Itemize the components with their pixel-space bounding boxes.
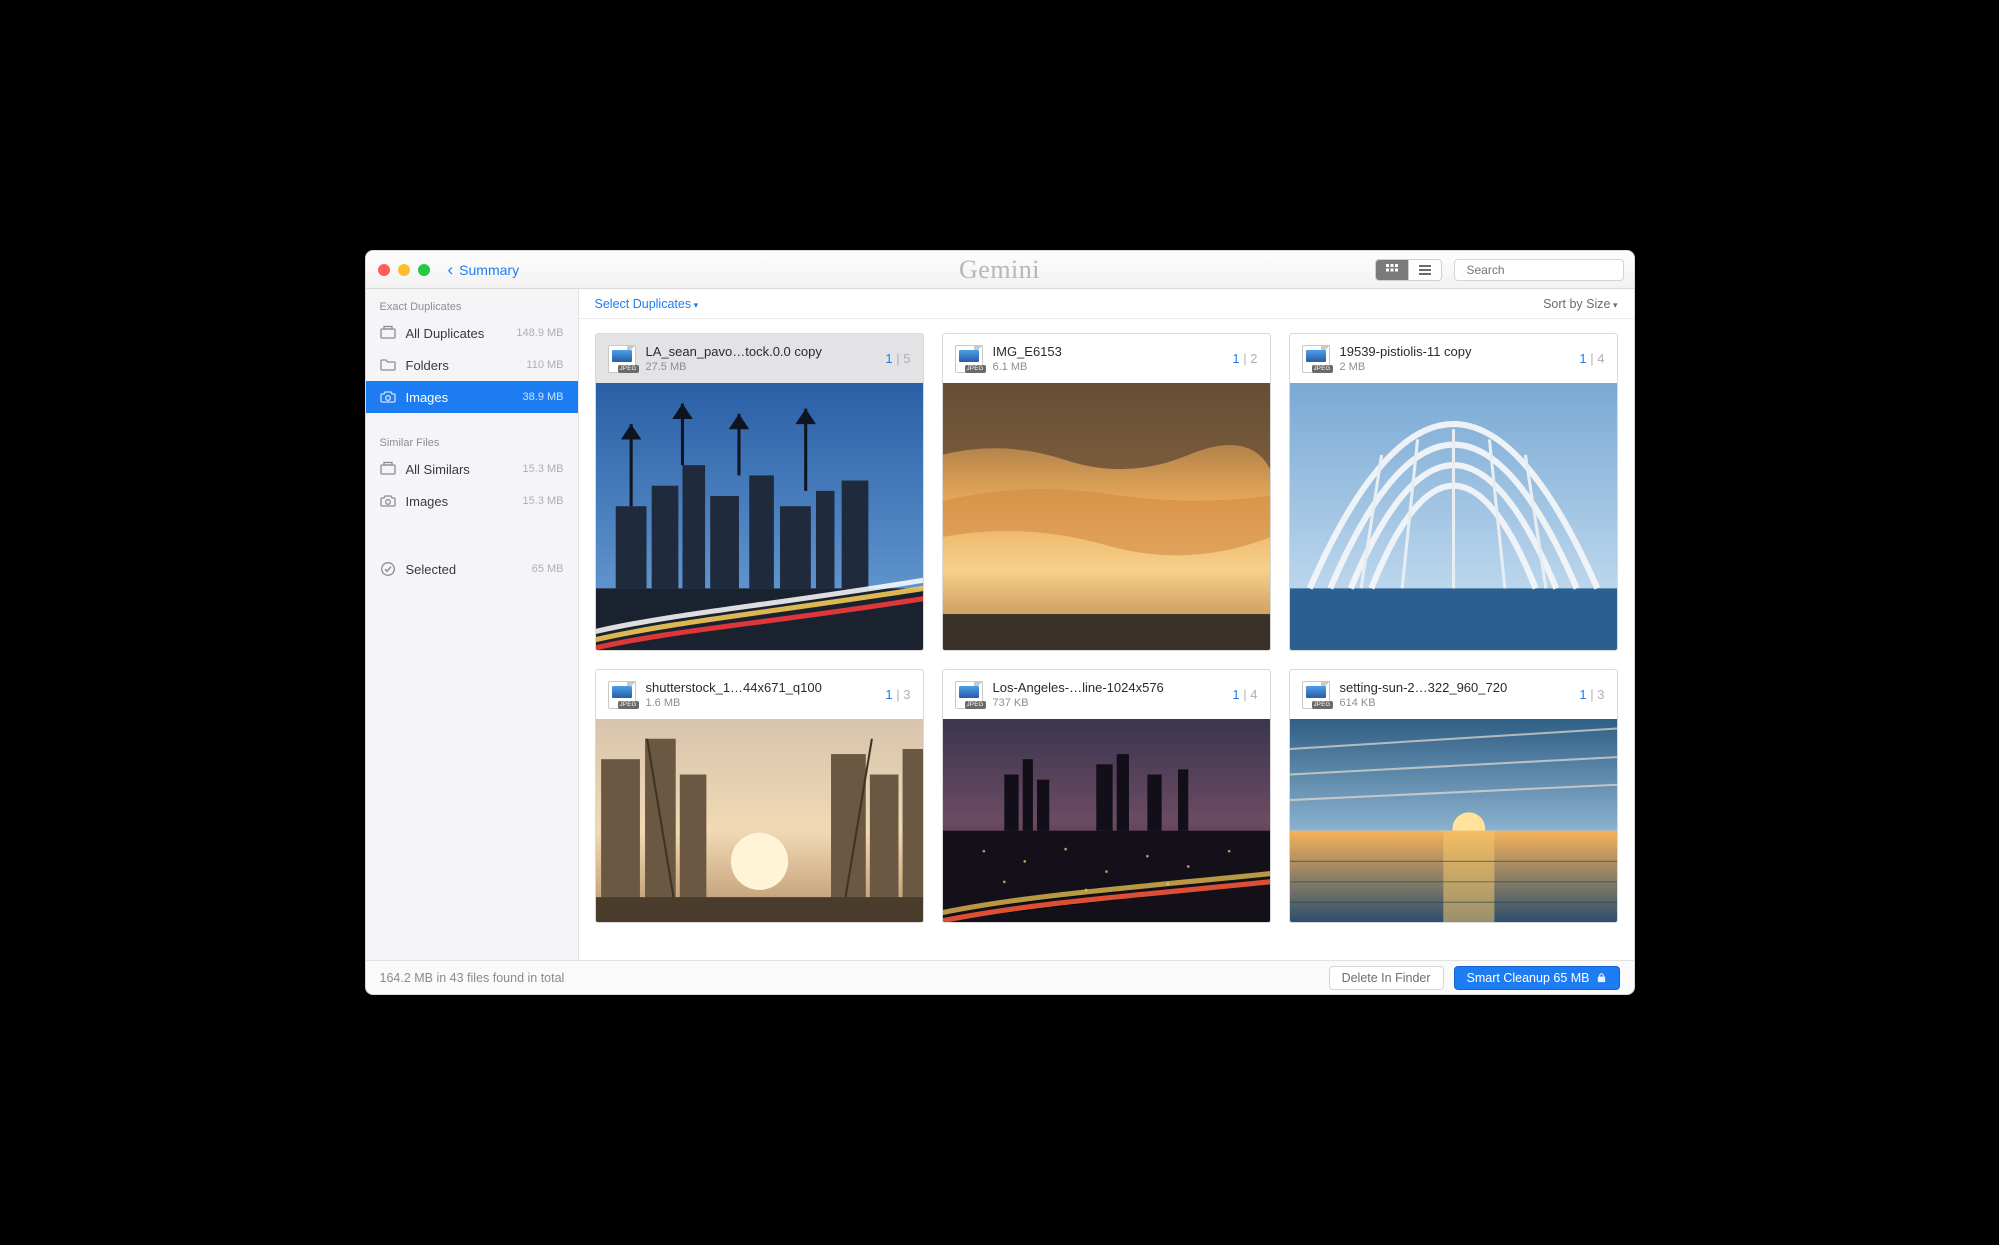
content-toolbar: Select Duplicates Sort by Size [579, 289, 1634, 319]
window-controls [378, 264, 430, 276]
card-count: 1 | 2 [1232, 351, 1257, 366]
titlebar: ‹ Summary Gemini [366, 251, 1634, 289]
card-count: 1 | 5 [885, 351, 910, 366]
list-view-button[interactable] [1409, 260, 1441, 280]
lock-icon [1596, 972, 1607, 983]
jpeg-file-icon: JPEG [955, 345, 983, 373]
card-header: JPEG setting-sun-2…322_960_720 614 KB 1 … [1290, 670, 1617, 719]
back-button[interactable]: ‹ Summary [448, 261, 520, 278]
sidebar-item-folders[interactable]: Folders 110 MB [366, 349, 578, 381]
sidebar-item-size: 15.3 MB [523, 495, 564, 507]
card-count: 1 | 3 [1579, 687, 1604, 702]
card-header: JPEG shutterstock_1…44x671_q100 1.6 MB 1… [596, 670, 923, 719]
status-bar: 164.2 MB in 43 files found in total Dele… [366, 960, 1634, 994]
sort-dropdown[interactable]: Sort by Size [1543, 297, 1617, 311]
duplicates-icon [380, 461, 396, 477]
status-text: 164.2 MB in 43 files found in total [380, 971, 565, 985]
duplicate-card[interactable]: JPEG setting-sun-2…322_960_720 614 KB 1 … [1289, 669, 1618, 923]
duplicate-card[interactable]: JPEG IMG_E6153 6.1 MB 1 | 2 [942, 333, 1271, 651]
card-count: 1 | 4 [1232, 687, 1257, 702]
jpeg-file-icon: JPEG [608, 681, 636, 709]
close-window-button[interactable] [378, 264, 390, 276]
card-filesize: 6.1 MB [993, 361, 1223, 373]
sidebar-item-size: 38.9 MB [523, 391, 564, 403]
sidebar-item-label: All Similars [406, 462, 513, 477]
card-thumbnail [596, 719, 923, 922]
card-filename: shutterstock_1…44x671_q100 [646, 680, 876, 695]
sidebar-item-all-similars[interactable]: All Similars 15.3 MB [366, 453, 578, 485]
card-header: JPEG 19539-pistiolis-11 copy 2 MB 1 | 4 [1290, 334, 1617, 383]
duplicate-card[interactable]: JPEG Los-Angeles-…line-1024x576 737 KB 1… [942, 669, 1271, 923]
duplicates-icon [380, 325, 396, 341]
card-filename: LA_sean_pavo…tock.0.0 copy [646, 344, 876, 359]
duplicate-card[interactable]: JPEG shutterstock_1…44x671_q100 1.6 MB 1… [595, 669, 924, 923]
zoom-window-button[interactable] [418, 264, 430, 276]
select-duplicates-dropdown[interactable]: Select Duplicates [595, 297, 699, 311]
delete-in-finder-button[interactable]: Delete In Finder [1329, 966, 1444, 990]
duplicate-card[interactable]: JPEG 19539-pistiolis-11 copy 2 MB 1 | 4 [1289, 333, 1618, 651]
sidebar-item-similar-images[interactable]: Images 15.3 MB [366, 485, 578, 517]
jpeg-file-icon: JPEG [608, 345, 636, 373]
card-thumbnail [596, 383, 923, 650]
sidebar-item-size: 65 MB [532, 563, 564, 575]
card-filename: 19539-pistiolis-11 copy [1340, 344, 1570, 359]
camera-icon [380, 389, 396, 405]
sidebar-item-label: All Duplicates [406, 326, 507, 341]
check-circle-icon [380, 561, 396, 577]
card-filesize: 614 KB [1340, 697, 1570, 709]
back-label: Summary [459, 262, 519, 278]
app-window: ‹ Summary Gemini Exact Duplicates [365, 250, 1635, 995]
sidebar-item-selected[interactable]: Selected 65 MB [366, 553, 578, 585]
sidebar-item-size: 148.9 MB [516, 327, 563, 339]
sidebar-item-label: Images [406, 494, 513, 509]
view-mode-segment [1375, 259, 1442, 281]
sidebar-item-label: Selected [406, 562, 522, 577]
sidebar-item-all-duplicates[interactable]: All Duplicates 148.9 MB [366, 317, 578, 349]
card-count: 1 | 4 [1579, 351, 1604, 366]
card-thumbnail [1290, 383, 1617, 650]
folder-icon [380, 357, 396, 373]
jpeg-file-icon: JPEG [1302, 681, 1330, 709]
card-filesize: 27.5 MB [646, 361, 876, 373]
jpeg-file-icon: JPEG [1302, 345, 1330, 373]
camera-icon [380, 493, 396, 509]
card-header: JPEG IMG_E6153 6.1 MB 1 | 2 [943, 334, 1270, 383]
card-filename: setting-sun-2…322_960_720 [1340, 680, 1570, 695]
sidebar: Exact Duplicates All Duplicates 148.9 MB… [366, 289, 579, 960]
minimize-window-button[interactable] [398, 264, 410, 276]
app-title: Gemini [959, 255, 1040, 285]
sidebar-item-size: 15.3 MB [523, 463, 564, 475]
sidebar-item-size: 110 MB [526, 359, 563, 371]
card-thumbnail [943, 383, 1270, 650]
sidebar-section-exact: Exact Duplicates [366, 295, 578, 317]
grid-view-button[interactable] [1376, 260, 1408, 280]
card-thumbnail [1290, 719, 1617, 922]
main-panel: Select Duplicates Sort by Size JPEG LA_s… [579, 289, 1634, 960]
sidebar-item-label: Folders [406, 358, 517, 373]
search-field[interactable] [1454, 259, 1624, 281]
card-count: 1 | 3 [885, 687, 910, 702]
search-input[interactable] [1467, 263, 1622, 277]
list-icon [1418, 263, 1432, 277]
card-filename: IMG_E6153 [993, 344, 1223, 359]
card-filesize: 737 KB [993, 697, 1223, 709]
card-filesize: 1.6 MB [646, 697, 876, 709]
jpeg-file-icon: JPEG [955, 681, 983, 709]
sidebar-item-images[interactable]: Images 38.9 MB [366, 381, 578, 413]
sidebar-section-similar: Similar Files [366, 431, 578, 453]
card-thumbnail [943, 719, 1270, 922]
card-filesize: 2 MB [1340, 361, 1570, 373]
card-header: JPEG Los-Angeles-…line-1024x576 737 KB 1… [943, 670, 1270, 719]
duplicate-card[interactable]: JPEG LA_sean_pavo…tock.0.0 copy 27.5 MB … [595, 333, 924, 651]
smart-cleanup-button[interactable]: Smart Cleanup 65 MB [1454, 966, 1620, 990]
grid-icon [1385, 263, 1399, 277]
chevron-left-icon: ‹ [448, 261, 454, 278]
sidebar-item-label: Images [406, 390, 513, 405]
card-filename: Los-Angeles-…line-1024x576 [993, 680, 1223, 695]
card-header: JPEG LA_sean_pavo…tock.0.0 copy 27.5 MB … [596, 334, 923, 383]
results-grid: JPEG LA_sean_pavo…tock.0.0 copy 27.5 MB … [579, 319, 1634, 960]
